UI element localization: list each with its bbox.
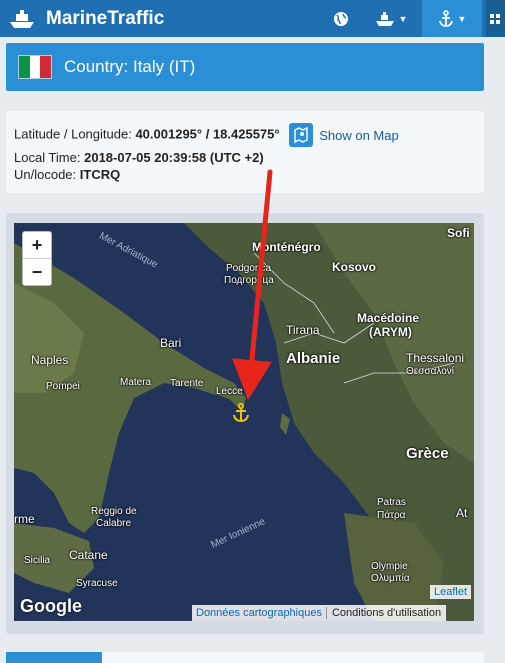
unlocode-label: Un/locode: xyxy=(14,167,77,182)
map-label-albania: Albanie xyxy=(286,350,341,367)
bottom-tab-strip xyxy=(6,652,484,663)
country-header: Country: Italy (IT) xyxy=(6,43,484,91)
logo[interactable]: MarineTraffic xyxy=(8,0,164,37)
map-label-bari: Bari xyxy=(160,336,182,350)
chevron-down-icon: ▼ xyxy=(398,13,408,24)
terms-link[interactable]: Conditions d'utilisation xyxy=(327,607,446,619)
chevron-down-icon: ▼ xyxy=(457,13,467,24)
country-label: Country: Italy (IT) xyxy=(64,57,196,76)
show-on-map-label: Show on Map xyxy=(319,127,399,143)
port-info-panel: Latitude / Longitude: 40.001295° / 18.42… xyxy=(6,111,484,193)
map-label-naples: Naples xyxy=(31,353,69,367)
map-label-pompei: Pompei xyxy=(46,381,80,392)
latlon-label: Latitude / Longitude: xyxy=(14,126,132,142)
map-label-montenegro: Monténégro xyxy=(252,240,321,254)
zoom-out-button[interactable]: − xyxy=(23,258,51,285)
satellite-map[interactable]: Mer Adriatique Mer Ionienne Sofi Monténé… xyxy=(14,223,474,621)
grid-icon xyxy=(489,13,500,24)
map-label-kosovo: Kosovo xyxy=(332,260,377,274)
map-label-macedonia: Macédoine xyxy=(357,311,420,325)
latlon-row: Latitude / Longitude: 40.001295° / 18.42… xyxy=(14,123,399,147)
local-time-row: Local Time: 2018-07-05 20:39:58 (UTC +2) xyxy=(14,150,264,165)
google-logo: Google xyxy=(20,596,82,616)
ports-menu[interactable]: ▼ xyxy=(422,0,482,37)
ship-icon xyxy=(375,11,394,26)
map-label-reggio: Reggio de xyxy=(91,506,137,517)
unlocode-row: Un/locode: ITCRQ xyxy=(14,167,120,182)
map-label-calabre: Calabre xyxy=(96,518,132,529)
map-label-arym: (ARYM) xyxy=(369,325,412,339)
italy-flag-icon xyxy=(18,55,52,79)
map-label-palermo: rme xyxy=(14,512,35,526)
map-label-podgorica-cyr: Подгорица xyxy=(224,275,274,286)
anchor-icon xyxy=(438,9,453,27)
map-label-olympia: Olympie xyxy=(371,561,408,572)
map-panel: Mer Adriatique Mer Ionienne Sofi Monténé… xyxy=(6,213,484,634)
map-label-catania: Catane xyxy=(69,548,108,562)
show-on-map-link[interactable]: Show on Map xyxy=(289,123,399,147)
map-label-sofia: Sofi xyxy=(447,226,470,240)
local-time-label: Local Time: xyxy=(14,150,81,165)
map-label-matera: Matera xyxy=(120,377,152,388)
map-attribution: Données cartographiques Conditions d'uti… xyxy=(192,605,447,621)
map-pin-icon xyxy=(289,123,314,147)
map-label-sicilia: Sicilia xyxy=(24,555,51,566)
vessels-menu[interactable]: ▼ xyxy=(368,0,414,37)
map-label-patras-gr: Πάτρα xyxy=(377,510,406,521)
globe-button[interactable] xyxy=(326,0,356,37)
active-tab[interactable] xyxy=(6,652,102,663)
unlocode-value: ITCRQ xyxy=(79,167,121,182)
port-anchor-icon[interactable] xyxy=(232,403,250,423)
map-data-link[interactable]: Données cartographiques xyxy=(192,607,327,619)
map-label-thessaloniki-gr: Θεσσαλονί xyxy=(406,366,454,377)
zoom-in-button[interactable]: + xyxy=(23,232,51,258)
map-label-thessaloniki: Thessaloni xyxy=(406,351,465,365)
latlon-value: 40.001295° / 18.425575° xyxy=(135,126,280,142)
leaflet-link[interactable]: Leaflet xyxy=(429,585,471,599)
local-time-value: 2018-07-05 20:39:58 (UTC +2) xyxy=(84,150,264,165)
app-title: MarineTraffic xyxy=(46,7,165,29)
map-label-greece: Grèce xyxy=(406,445,449,462)
map-label-podgorica: Podgorica xyxy=(226,263,272,274)
map-label-tirana: Tirana xyxy=(286,323,320,337)
top-navbar: MarineTraffic ▼ ▼ xyxy=(0,0,505,37)
map-label-patras: Patras xyxy=(377,497,406,508)
map-label-athens: At xyxy=(456,506,468,520)
apps-menu[interactable] xyxy=(486,0,505,37)
map-label-olympia-gr: Ολυμπία xyxy=(371,573,410,584)
logo-ship-icon xyxy=(8,8,36,30)
globe-icon xyxy=(334,11,348,26)
map-label-lecce: Lecce xyxy=(216,386,243,397)
map-label-tarente: Tarente xyxy=(170,378,204,389)
map-label-syracuse: Syracuse xyxy=(76,578,118,589)
zoom-control: + − xyxy=(22,231,52,286)
